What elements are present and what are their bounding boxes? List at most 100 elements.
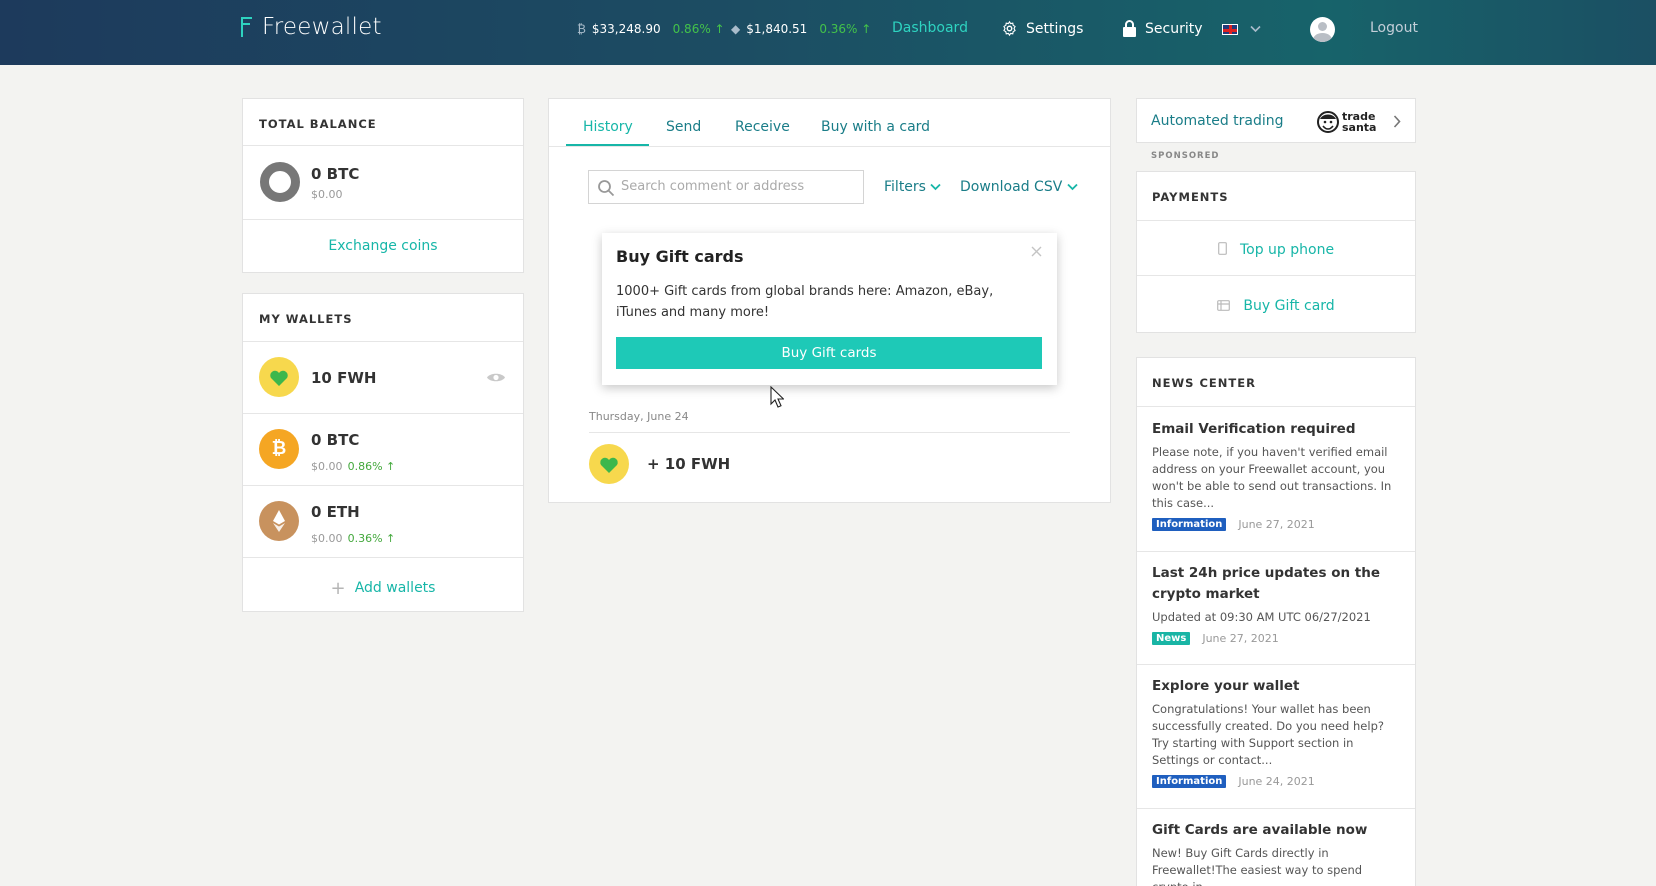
tab-send[interactable]: Send	[666, 119, 701, 135]
news-meta: Information June 24, 2021	[1152, 775, 1402, 788]
news-item[interactable]: Gift Cards are available now New! Buy Gi…	[1152, 820, 1402, 886]
wallet-change: 0.36% ↑	[347, 532, 396, 545]
popup-body: 1000+ Gift cards from global brands here…	[616, 284, 994, 320]
news-center-card: NEWS CENTER Email Verification required …	[1136, 357, 1416, 886]
exchange-coins-link[interactable]: Exchange coins	[243, 238, 523, 254]
nav-logout[interactable]: Logout	[1370, 20, 1418, 36]
buy-gift-cards-button[interactable]: Buy Gift cards	[616, 337, 1042, 369]
trade-santa-wordmark: trade santa	[1342, 111, 1376, 133]
chevron-down-icon	[930, 183, 942, 191]
news-center-title: NEWS CENTER	[1152, 376, 1256, 390]
brand-name: Freewallet	[262, 14, 382, 40]
add-wallets-button[interactable]: + Add wallets	[243, 577, 523, 599]
divider	[1137, 406, 1415, 407]
search-box[interactable]	[588, 170, 864, 204]
logo-line-2: santa	[1342, 121, 1377, 134]
freewallet-flag-icon	[240, 17, 254, 37]
btc-change: 0.86% ↑	[672, 22, 725, 36]
plus-icon: +	[330, 578, 346, 599]
freewallet-logo[interactable]: Freewallet	[240, 14, 382, 40]
search-icon	[598, 180, 615, 197]
information-badge: Information	[1152, 775, 1227, 788]
wallet-usd: $0.00	[311, 532, 343, 545]
top-up-phone-link[interactable]: Top up phone	[1137, 239, 1415, 258]
nav-settings[interactable]: Settings	[1001, 20, 1083, 37]
information-badge: Information	[1152, 518, 1227, 531]
nav-dashboard[interactable]: Dashboard	[892, 20, 968, 36]
wallet-row-fwh[interactable]: 10 FWH	[243, 342, 523, 413]
nav-security[interactable]: Security	[1122, 20, 1203, 37]
eye-icon[interactable]	[486, 371, 506, 384]
news-item[interactable]: Last 24h price updates on the crypto mar…	[1152, 563, 1402, 645]
search-input[interactable]	[621, 179, 851, 194]
tab-buy-with-card[interactable]: Buy with a card	[821, 119, 930, 135]
wallet-subline: $0.00 0.36% ↑	[311, 527, 395, 546]
balance-ring-icon	[260, 162, 300, 202]
download-csv-dropdown[interactable]: Download CSV	[960, 179, 1078, 195]
divider	[1137, 220, 1415, 221]
nav-logout-label: Logout	[1370, 20, 1418, 36]
payments-card: PAYMENTS Top up phone Buy Gift card	[1136, 171, 1416, 333]
news-title: Last 24h price updates on the crypto mar…	[1152, 565, 1381, 602]
tab-history[interactable]: History	[583, 119, 633, 135]
fwh-coin-icon	[589, 444, 629, 484]
chevron-down-icon[interactable]	[1250, 25, 1261, 33]
bitcoin-coin-icon: ₿	[259, 429, 299, 469]
download-csv-label: Download CSV	[960, 179, 1063, 195]
wallet-amount: 0 BTC	[311, 431, 360, 449]
divider	[243, 145, 523, 146]
news-title: Explore your wallet	[1152, 678, 1300, 694]
total-balance-title: TOTAL BALANCE	[259, 117, 377, 131]
user-avatar[interactable]	[1310, 17, 1335, 42]
nav-security-label: Security	[1145, 20, 1203, 37]
top-up-phone-label: Top up phone	[1239, 242, 1335, 258]
wallet-row-btc[interactable]: ₿ 0 BTC $0.00 0.86% ↑	[243, 414, 523, 485]
gift-cards-popup: Buy Gift cards 1000+ Gift cards from glo…	[602, 233, 1057, 385]
wallet-amount: 10 FWH	[311, 369, 377, 387]
total-balance-usd: $0.00	[311, 188, 343, 201]
gear-icon	[1003, 20, 1016, 37]
news-meta: News June 27, 2021	[1152, 632, 1402, 645]
buy-gift-card-link[interactable]: Buy Gift card	[1137, 295, 1415, 314]
buy-gift-card-label: Buy Gift card	[1243, 298, 1335, 314]
history-entry-amount: + 10 FWH	[647, 455, 731, 473]
phone-icon	[1217, 242, 1227, 255]
divider	[1137, 664, 1415, 665]
lock-icon	[1123, 20, 1136, 37]
divider	[1137, 275, 1415, 276]
close-icon[interactable]	[1031, 246, 1042, 257]
chevron-right-icon	[1393, 115, 1401, 128]
sponsored-label: SPONSORED	[1151, 151, 1220, 161]
add-wallets-label: Add wallets	[354, 580, 436, 596]
eth-ticker: ◆ $1,840.51 0.36% ↑	[731, 22, 871, 36]
automated-trading-promo[interactable]: Automated trading trade santa	[1136, 98, 1416, 143]
news-date: June 24, 2021	[1238, 775, 1315, 788]
eth-change: 0.36% ↑	[819, 22, 872, 36]
mouse-cursor-icon	[770, 386, 784, 408]
btc-price: $33,248.90	[591, 22, 661, 36]
tab-receive[interactable]: Receive	[735, 119, 790, 135]
filters-dropdown[interactable]: Filters	[884, 179, 942, 195]
news-date: June 27, 2021	[1238, 518, 1315, 531]
divider	[243, 557, 523, 558]
ethereum-icon: ◆	[731, 22, 741, 36]
uk-flag-icon[interactable]	[1222, 24, 1238, 35]
promo-label: Automated trading	[1151, 113, 1284, 129]
my-wallets-title: MY WALLETS	[259, 312, 353, 326]
wallet-usd: $0.00	[311, 460, 343, 473]
wallet-change: 0.86% ↑	[347, 460, 396, 473]
news-body: Congratulations! Your wallet has been su…	[1152, 702, 1384, 767]
filters-label: Filters	[884, 179, 926, 195]
news-title: Email Verification required	[1152, 421, 1356, 437]
news-item[interactable]: Email Verification required Please note,…	[1152, 419, 1402, 531]
news-item[interactable]: Explore your wallet Congratulations! You…	[1152, 676, 1402, 788]
btc-ticker: ₿ $33,248.90 0.86% ↑	[577, 22, 725, 36]
eth-price: $1,840.51	[746, 22, 808, 36]
history-entry[interactable]: + 10 FWH	[589, 444, 1069, 486]
wallet-row-eth[interactable]: 0 ETH $0.00 0.36% ↑	[243, 486, 523, 557]
news-body: Please note, if you haven't verified ema…	[1152, 445, 1392, 510]
total-balance-amount: 0 BTC	[311, 165, 360, 183]
news-body: Updated at 09:30 AM UTC 06/27/2021	[1152, 610, 1371, 624]
news-badge: News	[1152, 632, 1191, 645]
wallet-amount: 0 ETH	[311, 503, 360, 521]
